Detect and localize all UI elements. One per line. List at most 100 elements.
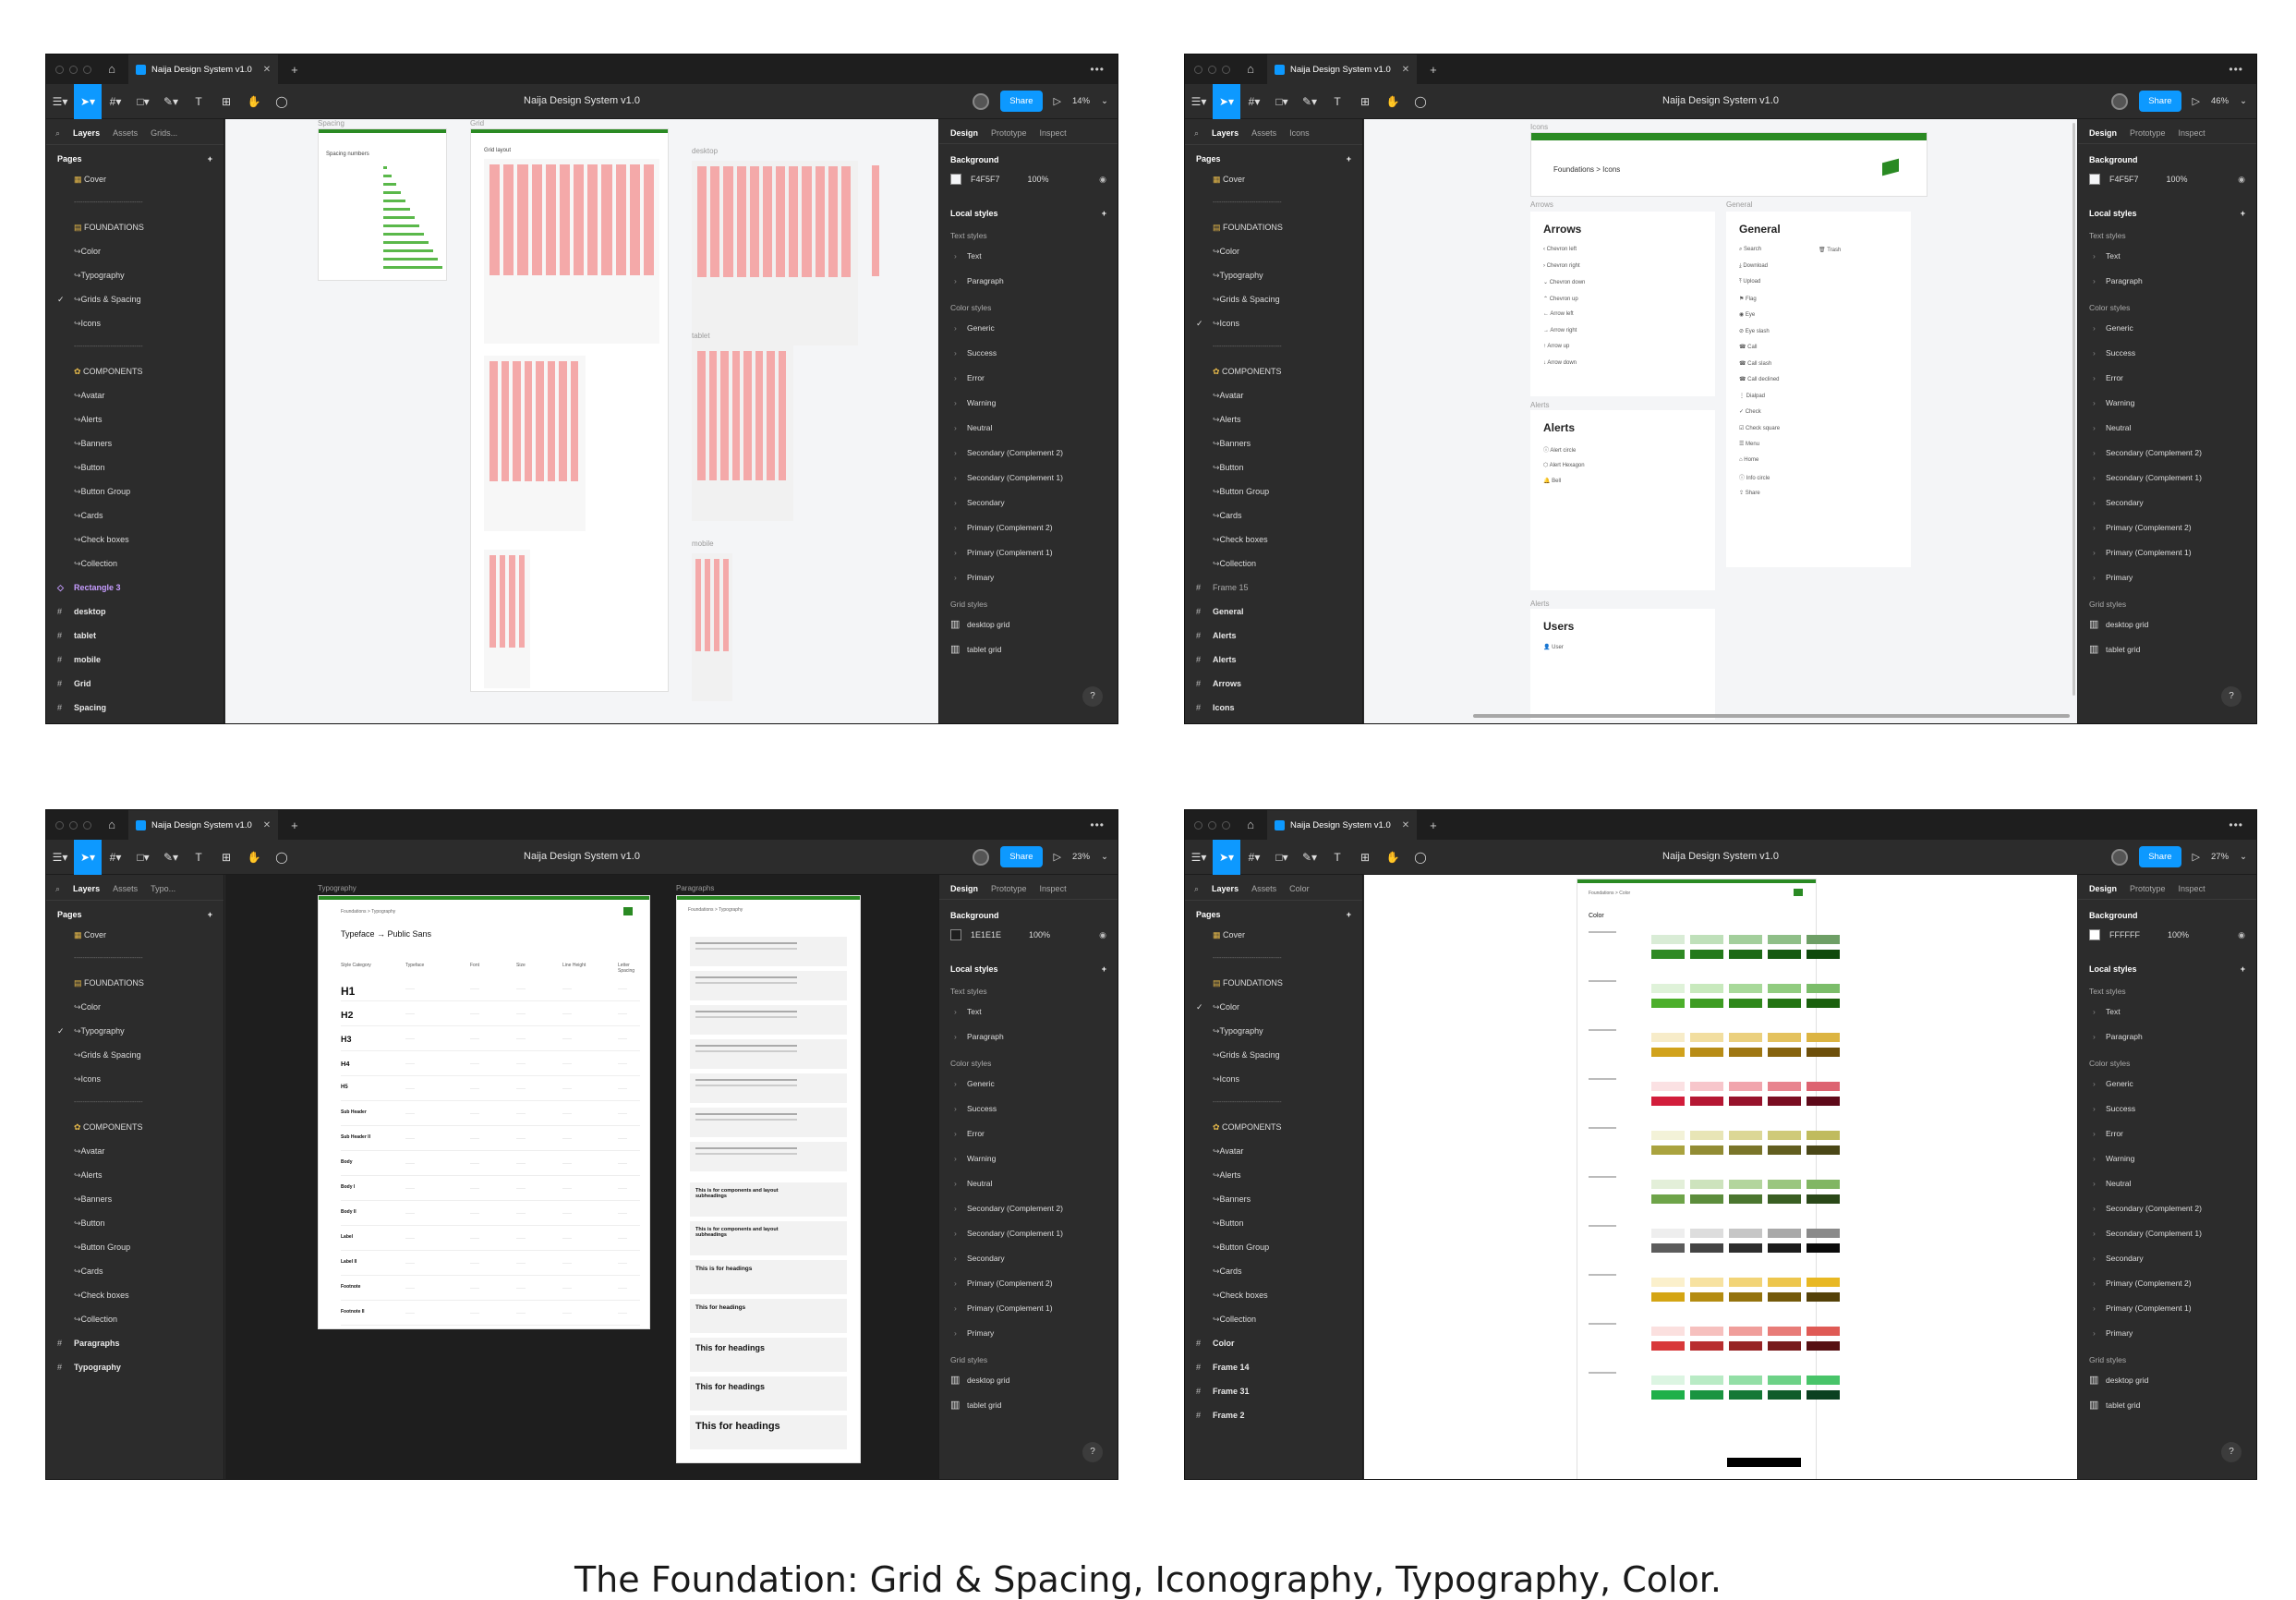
text-style-item[interactable]: Paragraph xyxy=(2078,269,2256,294)
page-item[interactable]: ↪Banners xyxy=(1185,431,1362,455)
color-style-item[interactable]: Secondary (Complement 1) xyxy=(2078,1221,2256,1246)
page-item[interactable]: ↪Color xyxy=(1185,995,1362,1019)
window-control-dot[interactable] xyxy=(1208,820,1216,830)
color-swatch[interactable] xyxy=(1807,984,1840,993)
left-tab-layers[interactable]: Layers xyxy=(1212,128,1239,139)
window-control-dot[interactable] xyxy=(1194,820,1202,830)
page-item[interactable]: ↪Button Group xyxy=(46,1235,224,1259)
color-swatch[interactable] xyxy=(1651,1180,1685,1189)
add-style-icon[interactable]: + xyxy=(1102,209,1106,218)
color-style-item[interactable]: Success xyxy=(939,1097,1118,1121)
color-style-item[interactable]: Primary xyxy=(939,565,1118,590)
color-swatch[interactable] xyxy=(1768,935,1801,944)
color-swatch[interactable] xyxy=(1768,1097,1801,1106)
home-icon[interactable]: ⌂ xyxy=(104,62,119,77)
grid-style-item[interactable]: tablet grid xyxy=(2078,637,2256,662)
text-style-item[interactable]: Text xyxy=(2078,244,2256,269)
page-item[interactable]: ↪Icons xyxy=(46,311,224,335)
color-swatch[interactable] xyxy=(1690,1131,1723,1140)
page-item[interactable]: ↪Check boxes xyxy=(1185,1283,1362,1307)
page-item[interactable]: ▤ FOUNDATIONS xyxy=(1185,215,1362,239)
tab-prototype[interactable]: Prototype xyxy=(991,884,1027,893)
pen-tool-icon[interactable]: ✎▾ xyxy=(157,84,185,119)
page-item[interactable]: ↪Avatar xyxy=(1185,1139,1362,1163)
left-tab-assets[interactable]: Assets xyxy=(1251,128,1276,139)
color-swatch[interactable] xyxy=(1807,1180,1840,1189)
color-swatch[interactable] xyxy=(1651,1376,1685,1385)
color-swatch[interactable] xyxy=(1651,1243,1685,1253)
eye-icon[interactable]: ◉ xyxy=(1099,175,1106,185)
color-swatch[interactable] xyxy=(1807,1145,1840,1155)
window-control-dot[interactable] xyxy=(83,65,91,74)
avatar[interactable] xyxy=(973,848,990,866)
color-style-item[interactable]: Primary xyxy=(939,1321,1118,1346)
zoom-level[interactable]: 46% xyxy=(2211,96,2229,106)
color-swatch[interactable] xyxy=(1807,1390,1840,1400)
color-swatch[interactable] xyxy=(1651,984,1685,993)
paragraphs-frame[interactable]: Foundations > Typography This is for comp… xyxy=(676,895,861,1463)
page-item[interactable]: ↪Collection xyxy=(1185,552,1362,576)
page-item[interactable]: ↪Cards xyxy=(46,503,224,527)
text-tool-icon[interactable]: T xyxy=(185,84,212,119)
avatar[interactable] xyxy=(973,92,990,110)
background-swatch[interactable] xyxy=(950,929,961,940)
text-style-item[interactable]: Paragraph xyxy=(939,269,1118,294)
color-swatch[interactable] xyxy=(1690,1180,1723,1189)
page-item[interactable]: ↪Check boxes xyxy=(1185,527,1362,552)
window-control-dot[interactable] xyxy=(69,820,78,830)
vertical-scrollbar[interactable] xyxy=(2072,123,2075,696)
mobile-frame[interactable] xyxy=(692,553,732,701)
share-button[interactable]: Share xyxy=(2139,846,2181,867)
file-tab[interactable]: Naija Design System v1.0 ✕ xyxy=(1267,55,1418,84)
page-item[interactable]: ✿ COMPONENTS xyxy=(46,1115,224,1139)
shape-tool-icon[interactable]: □▾ xyxy=(1268,84,1296,119)
layer-item[interactable]: Arrows xyxy=(1185,672,1362,696)
page-item[interactable]: ↪Icons xyxy=(1185,311,1362,335)
color-swatch[interactable] xyxy=(1768,1327,1801,1336)
desktop-frame[interactable] xyxy=(692,161,858,345)
pen-tool-icon[interactable]: ✎▾ xyxy=(1296,84,1323,119)
color-swatch[interactable] xyxy=(1768,1194,1801,1204)
tab-design[interactable]: Design xyxy=(950,128,978,138)
hand-tool-icon[interactable]: ✋ xyxy=(1379,840,1407,875)
grid-style-item[interactable]: tablet grid xyxy=(2078,1393,2256,1418)
help-icon[interactable]: ? xyxy=(1082,686,1103,707)
color-style-item[interactable]: Warning xyxy=(2078,1146,2256,1171)
shape-tool-icon[interactable]: □▾ xyxy=(1268,840,1296,875)
color-swatch[interactable] xyxy=(1690,1292,1723,1302)
more-icon[interactable]: ••• xyxy=(2229,818,2243,831)
color-swatch[interactable] xyxy=(1651,1145,1685,1155)
color-swatch[interactable] xyxy=(1690,999,1723,1008)
tab-prototype[interactable]: Prototype xyxy=(2130,884,2166,893)
resources-icon[interactable]: ⊞ xyxy=(1351,84,1379,119)
close-tab-icon[interactable]: ✕ xyxy=(1402,820,1409,830)
background-swatch[interactable] xyxy=(2089,929,2100,940)
comment-tool-icon[interactable]: ◯ xyxy=(268,840,296,875)
tab-prototype[interactable]: Prototype xyxy=(2130,128,2166,138)
page-item[interactable]: ↪Collection xyxy=(46,1307,224,1331)
left-tab-layers[interactable]: Layers xyxy=(73,884,100,894)
layer-item[interactable]: Frame 14 xyxy=(1185,1355,1362,1379)
zoom-chevron-icon[interactable]: ⌄ xyxy=(2240,852,2247,862)
page-item[interactable]: ↪Typography xyxy=(1185,1019,1362,1043)
users-card[interactable]: Users 👤 User xyxy=(1530,609,1715,720)
page-item[interactable]: ↪Icons xyxy=(46,1067,224,1091)
page-item[interactable]: ↪Check boxes xyxy=(46,527,224,552)
share-button[interactable]: Share xyxy=(1000,91,1043,112)
background-opacity[interactable]: 100% xyxy=(2167,175,2188,184)
text-tool-icon[interactable]: T xyxy=(1323,840,1351,875)
color-style-item[interactable]: Generic xyxy=(2078,316,2256,341)
shape-tool-icon[interactable]: □▾ xyxy=(129,840,157,875)
tab-inspect[interactable]: Inspect xyxy=(1040,884,1067,893)
color-swatch[interactable] xyxy=(1690,1376,1723,1385)
color-style-item[interactable]: Primary (Complement 2) xyxy=(939,515,1118,540)
home-icon[interactable]: ⌂ xyxy=(1243,818,1258,832)
background-opacity[interactable]: 100% xyxy=(1029,930,1050,939)
color-swatch[interactable] xyxy=(1768,1033,1801,1042)
zoom-level[interactable]: 23% xyxy=(1072,852,1090,862)
color-swatch[interactable] xyxy=(1807,1292,1840,1302)
close-tab-icon[interactable]: ✕ xyxy=(1402,65,1409,75)
layer-item[interactable]: Rectangle 3 xyxy=(46,576,224,600)
text-style-item[interactable]: Paragraph xyxy=(939,1024,1118,1049)
page-item[interactable]: ▦ Cover xyxy=(46,167,224,191)
